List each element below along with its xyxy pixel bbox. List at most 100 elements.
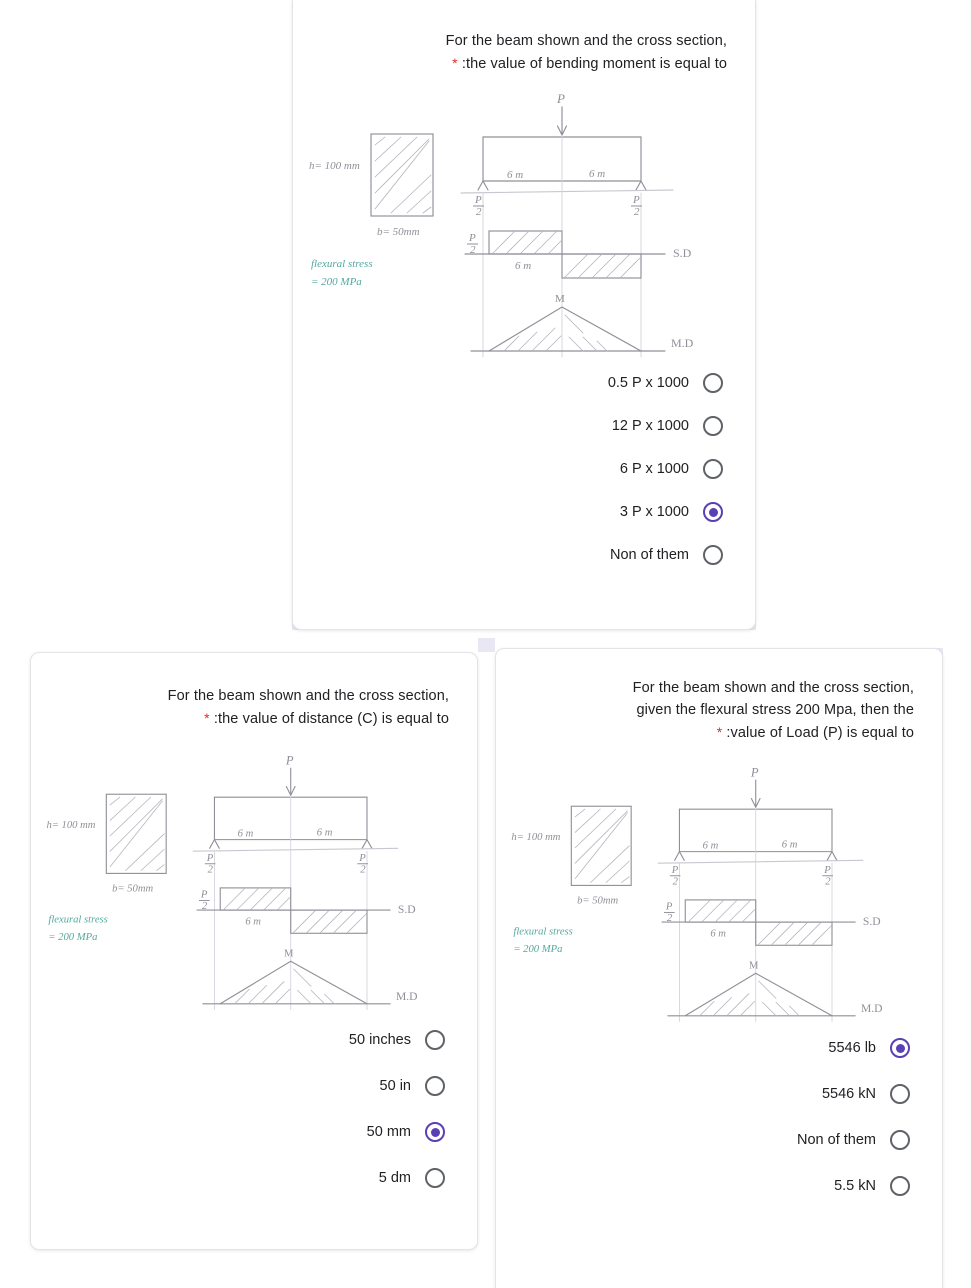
label-shear-span: 6 m bbox=[710, 929, 726, 940]
label-reaction-right-den: 2 bbox=[360, 864, 366, 875]
options-list: 0.5 P x 1000 12 P x 1000 6 P x 1000 3 P … bbox=[293, 373, 723, 565]
radio-button[interactable] bbox=[890, 1130, 910, 1150]
option-label: 5546 kN bbox=[821, 1086, 876, 1102]
label-span-left: 6 m bbox=[507, 169, 523, 181]
label-reaction-right-den: 2 bbox=[825, 876, 831, 887]
radio-button-selected[interactable] bbox=[703, 502, 723, 522]
label-note-line1: flexural stress bbox=[311, 258, 373, 270]
option-label: 50 inches bbox=[348, 1032, 411, 1048]
option-label: Non of them bbox=[797, 1132, 876, 1148]
label-shear-span: 6 m bbox=[245, 917, 261, 928]
label-shear-value: P bbox=[468, 232, 476, 244]
label-load: P bbox=[556, 91, 565, 106]
label-note-line1: flexural stress bbox=[48, 915, 107, 926]
label-span-right: 6 m bbox=[589, 168, 605, 180]
question-line-1: For the beam shown and the cross section… bbox=[167, 688, 449, 704]
question-line-2: given the flexural stress 200 Mpa, then … bbox=[636, 702, 914, 718]
question-line-2: * :the value of bending moment is equal … bbox=[452, 55, 727, 72]
radio-button[interactable] bbox=[703, 373, 723, 393]
beam-diagram-image: h= 100 mm b= 50mm P 6 m 6 m P 2 P 2 P 2 … bbox=[31, 746, 477, 1024]
options-list: 5546 lb 5546 kN Non of them 5.5 kN bbox=[496, 1038, 910, 1196]
label-shear-value: P bbox=[665, 902, 673, 913]
label-note-line2: = 200 MPa bbox=[311, 276, 362, 288]
option-label: Non of them bbox=[610, 547, 689, 563]
option-row[interactable]: 5 dm bbox=[31, 1168, 445, 1188]
label-span-left: 6 m bbox=[703, 841, 719, 852]
radio-button-selected[interactable] bbox=[890, 1038, 910, 1058]
label-reaction-right: P bbox=[632, 194, 640, 206]
radio-button[interactable] bbox=[890, 1176, 910, 1196]
radio-button[interactable] bbox=[703, 459, 723, 479]
option-label: 50 mm bbox=[366, 1124, 411, 1140]
label-load: P bbox=[750, 765, 759, 779]
label-reaction-left-den: 2 bbox=[673, 876, 679, 887]
option-row[interactable]: 50 mm bbox=[31, 1122, 445, 1142]
radio-button[interactable] bbox=[425, 1030, 445, 1050]
label-height: h= 100 mm bbox=[309, 160, 360, 172]
question-title: For the beam shown and the cross section… bbox=[59, 685, 449, 730]
left-accent-strip-lower bbox=[478, 638, 495, 652]
radio-button[interactable] bbox=[890, 1084, 910, 1104]
option-row[interactable]: 5546 kN bbox=[496, 1084, 910, 1104]
required-asterisk: * bbox=[452, 55, 458, 71]
label-moment-peak: M bbox=[284, 948, 294, 959]
option-row[interactable]: 12 P x 1000 bbox=[293, 416, 723, 436]
option-label: 5.5 kN bbox=[834, 1178, 876, 1194]
label-shear-diagram: S.D bbox=[863, 915, 881, 928]
question-line-1: For the beam shown and the cross section… bbox=[445, 33, 727, 49]
label-reaction-left-den: 2 bbox=[476, 206, 482, 218]
radio-button[interactable] bbox=[425, 1076, 445, 1096]
radio-button[interactable] bbox=[703, 416, 723, 436]
label-moment-diagram: M.D bbox=[396, 990, 418, 1003]
radio-button[interactable] bbox=[703, 545, 723, 565]
label-span-right: 6 m bbox=[317, 828, 333, 839]
radio-button[interactable] bbox=[425, 1168, 445, 1188]
label-width: b= 50mm bbox=[577, 896, 618, 907]
label-height: h= 100 mm bbox=[511, 832, 560, 843]
label-note-line1: flexural stress bbox=[513, 927, 572, 938]
question-title: For the beam shown and the cross section… bbox=[524, 677, 914, 744]
label-reaction-right: P bbox=[358, 853, 366, 864]
label-reaction-right-den: 2 bbox=[634, 206, 640, 218]
label-shear-value: P bbox=[200, 890, 208, 901]
label-moment-peak: M bbox=[555, 293, 565, 305]
label-note-line2: = 200 MPa bbox=[48, 932, 97, 943]
option-label: 12 P x 1000 bbox=[611, 418, 689, 434]
option-row[interactable]: 3 P x 1000 bbox=[293, 502, 723, 522]
question-card-bending-moment: For the beam shown and the cross section… bbox=[292, 0, 756, 630]
option-label: 3 P x 1000 bbox=[619, 504, 689, 520]
option-row[interactable]: 0.5 P x 1000 bbox=[293, 373, 723, 393]
option-label: 5546 lb bbox=[828, 1040, 876, 1056]
beam-diagram-image: h= 100 mm b= 50mm P 6 m 6 m P 2 P 2 P 2 … bbox=[293, 89, 755, 367]
label-load: P bbox=[285, 753, 294, 767]
label-span-left: 6 m bbox=[238, 829, 254, 840]
label-width: b= 50mm bbox=[377, 226, 420, 238]
label-moment-diagram: M.D bbox=[671, 336, 694, 350]
label-width: b= 50mm bbox=[112, 884, 153, 895]
label-reaction-left: P bbox=[671, 865, 679, 876]
label-reaction-left: P bbox=[474, 194, 482, 206]
option-row[interactable]: 5.5 kN bbox=[496, 1176, 910, 1196]
label-shear-diagram: S.D bbox=[673, 246, 692, 260]
question-line-3: * :value of Load (P) is equal to bbox=[716, 724, 914, 741]
question-line-2: * :the value of distance (C) is equal to bbox=[204, 710, 449, 727]
label-moment-diagram: M.D bbox=[861, 1002, 883, 1015]
label-reaction-left-den: 2 bbox=[208, 864, 214, 875]
label-shear-value-den: 2 bbox=[667, 913, 673, 924]
option-label: 6 P x 1000 bbox=[619, 461, 689, 477]
option-row[interactable]: Non of them bbox=[496, 1130, 910, 1150]
option-row[interactable]: Non of them bbox=[293, 545, 723, 565]
label-shear-value-den: 2 bbox=[470, 244, 476, 256]
options-list: 50 inches 50 in 50 mm 5 dm bbox=[31, 1030, 445, 1188]
option-row[interactable]: 6 P x 1000 bbox=[293, 459, 723, 479]
radio-button-selected[interactable] bbox=[425, 1122, 445, 1142]
label-height: h= 100 mm bbox=[46, 820, 95, 831]
label-shear-span: 6 m bbox=[515, 260, 531, 272]
option-label: 0.5 P x 1000 bbox=[607, 375, 689, 391]
option-row[interactable]: 50 inches bbox=[31, 1030, 445, 1050]
option-row[interactable]: 50 in bbox=[31, 1076, 445, 1096]
label-shear-diagram: S.D bbox=[398, 903, 416, 916]
question-line-1: For the beam shown and the cross section… bbox=[632, 680, 914, 696]
label-moment-peak: M bbox=[749, 960, 759, 971]
option-row[interactable]: 5546 lb bbox=[496, 1038, 910, 1058]
